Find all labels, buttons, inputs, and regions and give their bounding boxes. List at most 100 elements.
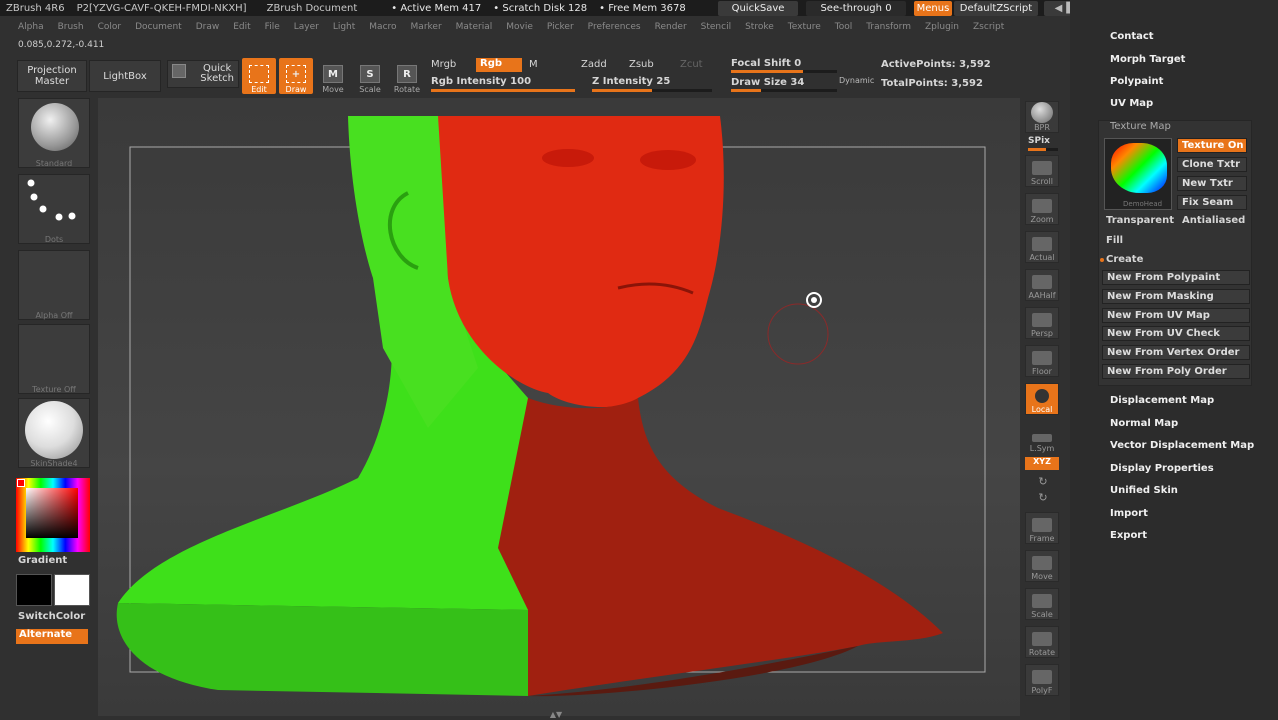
menu-preferences[interactable]: Preferences <box>588 22 641 32</box>
draw-button[interactable]: + Draw <box>279 58 313 94</box>
menu-transform[interactable]: Transform <box>866 22 911 32</box>
menu-stencil[interactable]: Stencil <box>701 22 731 32</box>
clone-txtr-button[interactable]: Clone Txtr <box>1177 157 1247 172</box>
menu-movie[interactable]: Movie <box>506 22 533 32</box>
see-through-slider[interactable]: See-through 0 <box>806 1 906 16</box>
focal-shift-slider[interactable]: Focal Shift 0 <box>731 58 801 69</box>
menu-zplugin[interactable]: Zplugin <box>925 22 959 32</box>
menu-picker[interactable]: Picker <box>547 22 574 32</box>
move-view-button[interactable]: Move <box>1025 550 1059 582</box>
frame-button[interactable]: Frame <box>1025 512 1059 544</box>
head-model[interactable] <box>98 98 1020 716</box>
create-item-new-from-masking[interactable]: New From Masking <box>1102 288 1250 304</box>
create-item-new-from-vertex-order[interactable]: New From Vertex Order <box>1102 345 1250 361</box>
menu-document[interactable]: Document <box>135 22 182 32</box>
color-picker-square[interactable] <box>26 488 78 538</box>
floor-button[interactable]: Floor <box>1025 345 1059 377</box>
aahalf-button[interactable]: AAHalf <box>1025 269 1059 301</box>
menu-edit[interactable]: Edit <box>233 22 250 32</box>
secondary-color-swatch[interactable] <box>54 574 90 606</box>
gradient-label[interactable]: Gradient <box>18 555 67 566</box>
bottom-scroll-arrows[interactable]: ▲▼ <box>496 710 616 719</box>
z-intensity-slider[interactable]: Z Intensity 25 <box>592 76 670 87</box>
display-properties-item[interactable]: Display Properties <box>1110 463 1214 474</box>
displacement-map-item[interactable]: Displacement Map <box>1110 395 1214 406</box>
texture-on-button[interactable]: Texture On <box>1177 138 1247 153</box>
menu-draw[interactable]: Draw <box>196 22 220 32</box>
contact-item[interactable]: Contact <box>1110 31 1154 42</box>
menu-stroke[interactable]: Stroke <box>745 22 774 32</box>
rgb-intensity-slider[interactable]: Rgb Intensity 100 <box>431 76 531 87</box>
vector-displacement-map-item[interactable]: Vector Displacement Map <box>1110 440 1254 451</box>
create-header[interactable]: Create <box>1106 254 1143 265</box>
menu-render[interactable]: Render <box>655 22 687 32</box>
draw-size-slider[interactable]: Draw Size 34 <box>731 77 804 88</box>
antialiased-toggle[interactable]: Antialiased <box>1182 215 1245 226</box>
export-item[interactable]: Export <box>1110 530 1147 541</box>
stroke-thumbnail[interactable]: Dots <box>18 174 90 244</box>
spix-label[interactable]: SPix <box>1028 136 1050 146</box>
draw-size-track[interactable] <box>731 89 837 92</box>
fill-item[interactable]: Fill <box>1106 235 1123 246</box>
dynamic-button[interactable]: Dynamic <box>839 76 874 85</box>
create-item-new-from-uv-check[interactable]: New From UV Check <box>1102 326 1250 342</box>
rotate-view-button[interactable]: Rotate <box>1025 626 1059 658</box>
lsym-button[interactable]: L.Sym <box>1025 421 1059 453</box>
zsub-button[interactable]: Zsub <box>629 59 654 70</box>
texture-thumbnail[interactable]: Texture Off <box>18 324 90 394</box>
import-item[interactable]: Import <box>1110 508 1148 519</box>
create-item-new-from-uv-map[interactable]: New From UV Map <box>1102 307 1250 323</box>
menu-macro[interactable]: Macro <box>369 22 396 32</box>
material-thumbnail[interactable]: SkinShade4 <box>18 398 90 468</box>
m-button[interactable]: M <box>529 59 538 70</box>
move-button[interactable]: M Move <box>316 58 350 94</box>
switchcolor-button[interactable]: SwitchColor <box>18 611 85 622</box>
persp-button[interactable]: Persp <box>1025 307 1059 339</box>
texture-map-header[interactable]: Texture Map <box>1110 121 1171 132</box>
bpr-button[interactable]: BPR <box>1025 101 1059 133</box>
mrgb-button[interactable]: Mrgb <box>431 59 456 70</box>
rgb-intensity-track[interactable] <box>431 89 575 92</box>
actual-button[interactable]: Actual <box>1025 231 1059 263</box>
xyz-button[interactable]: XYZ <box>1025 457 1059 470</box>
edit-button[interactable]: Edit <box>242 58 276 94</box>
zcut-button[interactable]: Zcut <box>680 59 703 70</box>
zoom-button[interactable]: Zoom <box>1025 193 1059 225</box>
rgb-button[interactable]: Rgb <box>476 58 522 72</box>
focal-shift-track[interactable] <box>731 70 837 73</box>
transparent-toggle[interactable]: Transparent <box>1106 215 1174 226</box>
lightbox-button[interactable]: LightBox <box>89 60 161 92</box>
rotate-button[interactable]: R Rotate <box>390 58 424 94</box>
polypaint-item[interactable]: Polypaint <box>1110 76 1163 87</box>
menu-tool[interactable]: Tool <box>835 22 852 32</box>
polyf-button[interactable]: PolyF <box>1025 664 1059 696</box>
spix-slider[interactable] <box>1028 148 1058 151</box>
default-zscript-button[interactable]: DefaultZScript <box>954 1 1038 16</box>
scale-view-button[interactable]: Scale <box>1025 588 1059 620</box>
new-txtr-button[interactable]: New Txtr <box>1177 176 1247 191</box>
canvas-viewport[interactable] <box>98 98 1020 716</box>
menu-texture[interactable]: Texture <box>788 22 821 32</box>
rotate-axis-icons[interactable]: ↻ ↻ <box>1032 474 1054 508</box>
menu-light[interactable]: Light <box>333 22 355 32</box>
menus-button[interactable]: Menus <box>914 1 952 16</box>
z-intensity-track[interactable] <box>592 89 712 92</box>
menu-brush[interactable]: Brush <box>58 22 84 32</box>
primary-color-swatch[interactable] <box>16 574 52 606</box>
texture-thumbnail-preview[interactable]: DemoHead <box>1104 138 1172 210</box>
menu-marker[interactable]: Marker <box>411 22 442 32</box>
brush-thumbnail[interactable]: Standard <box>18 98 90 168</box>
uv-map-item[interactable]: UV Map <box>1110 98 1153 109</box>
menu-material[interactable]: Material <box>456 22 493 32</box>
scroll-button[interactable]: Scroll <box>1025 155 1059 187</box>
create-item-new-from-poly-order[interactable]: New From Poly Order <box>1102 364 1250 379</box>
menu-file[interactable]: File <box>265 22 280 32</box>
create-item-new-from-polypaint[interactable]: New From Polypaint <box>1102 270 1250 285</box>
unified-skin-item[interactable]: Unified Skin <box>1110 485 1178 496</box>
local-button[interactable]: Local <box>1025 383 1059 415</box>
morph-target-item[interactable]: Morph Target <box>1110 54 1185 65</box>
normal-map-item[interactable]: Normal Map <box>1110 418 1178 429</box>
projection-master-button[interactable]: Projection Master <box>17 60 87 92</box>
alternate-button[interactable]: Alternate <box>16 629 88 644</box>
quicksave-button[interactable]: QuickSave <box>718 1 798 16</box>
